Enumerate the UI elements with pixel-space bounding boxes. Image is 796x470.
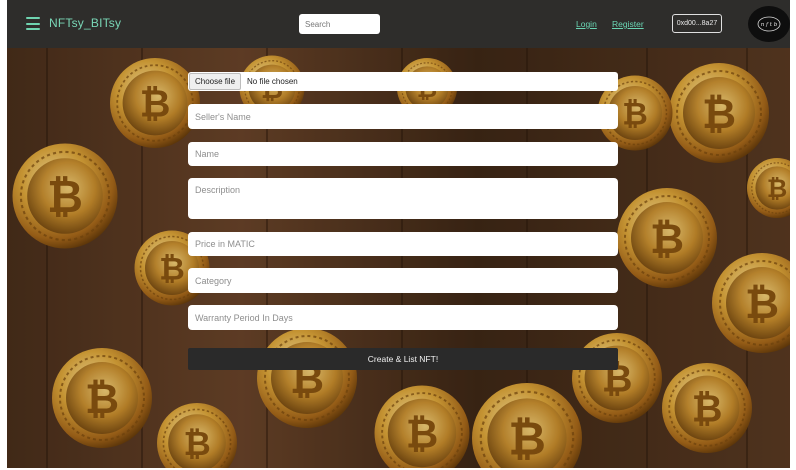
name-input[interactable] (188, 142, 618, 166)
price-input[interactable] (188, 232, 618, 256)
description-textarea[interactable] (188, 178, 618, 219)
seller-name-input[interactable] (188, 104, 618, 129)
avatar-logo-icon: n f t b (757, 16, 781, 32)
warranty-period-input[interactable] (188, 305, 618, 330)
svg-text:n f t b: n f t b (761, 22, 778, 28)
app-frame: NFTsy_BITsy Login Register 0xd00...8a27 … (7, 0, 790, 468)
search-input[interactable] (299, 14, 380, 34)
wallet-address-button[interactable]: 0xd00...8a27 (672, 14, 722, 33)
category-input[interactable] (188, 268, 618, 293)
brand-title[interactable]: NFTsy_BITsy (49, 16, 121, 30)
login-link[interactable]: Login (576, 19, 597, 29)
file-status-text: No file chosen (247, 77, 298, 86)
create-list-nft-button[interactable]: Create & List NFT! (188, 348, 618, 370)
avatar[interactable]: n f t b (748, 6, 790, 42)
hamburger-menu-icon[interactable] (26, 17, 40, 30)
navbar: NFTsy_BITsy Login Register 0xd00...8a27 … (7, 0, 790, 48)
choose-file-button[interactable]: Choose file (189, 73, 242, 90)
register-link[interactable]: Register (612, 19, 644, 29)
file-upload-input[interactable]: Choose file No file chosen (188, 72, 618, 91)
